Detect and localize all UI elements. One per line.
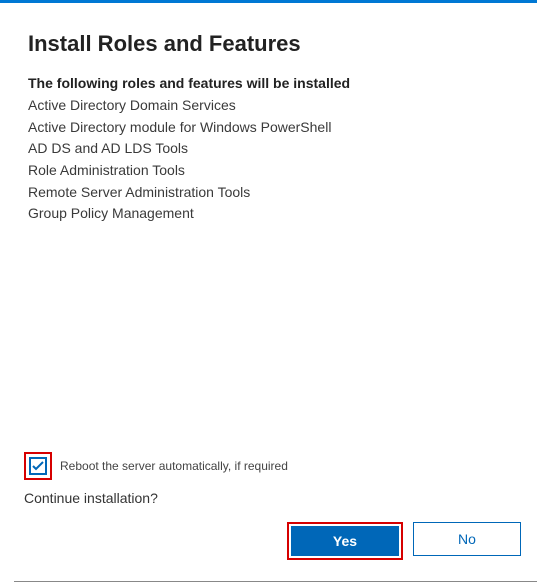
- list-item: Remote Server Administration Tools: [28, 182, 517, 204]
- check-icon: [32, 461, 44, 471]
- list-item: Role Administration Tools: [28, 160, 517, 182]
- checkbox-highlight: [24, 452, 52, 480]
- list-item: Group Policy Management: [28, 203, 517, 225]
- no-button[interactable]: No: [413, 522, 521, 556]
- dialog-title: Install Roles and Features: [28, 31, 517, 57]
- reboot-checkbox[interactable]: [29, 457, 47, 475]
- list-item: Active Directory Domain Services: [28, 95, 517, 117]
- reboot-label: Reboot the server automatically, if requ…: [60, 459, 288, 473]
- list-item: AD DS and AD LDS Tools: [28, 138, 517, 160]
- features-subhead: The following roles and features will be…: [28, 75, 517, 91]
- yes-button[interactable]: Yes: [291, 526, 399, 556]
- feature-list: Active Directory Domain Services Active …: [28, 95, 517, 225]
- continue-prompt: Continue installation?: [24, 490, 521, 506]
- list-item: Active Directory module for Windows Powe…: [28, 117, 517, 139]
- yes-highlight: Yes: [287, 522, 403, 560]
